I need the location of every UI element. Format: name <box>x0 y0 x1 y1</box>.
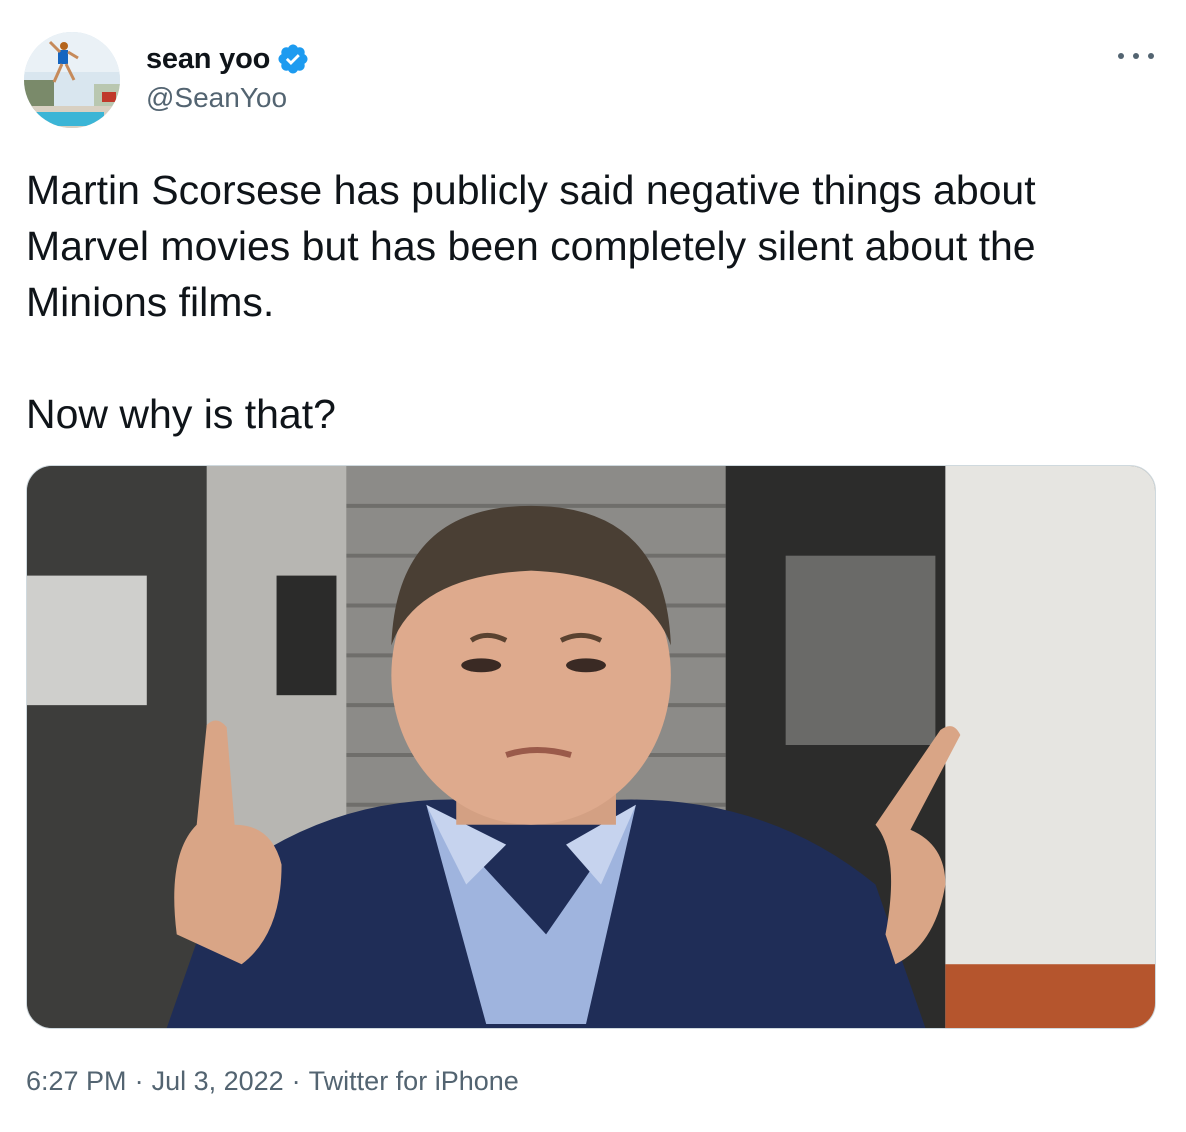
author-name-row[interactable]: sean yoo <box>146 40 310 78</box>
tweet-text: Martin Scorsese has publicly said negati… <box>26 162 1146 442</box>
tweet-meta: 6:27 PM · Jul 3, 2022 · Twitter for iPho… <box>26 1066 519 1097</box>
avatar-image <box>24 32 120 128</box>
tweet-media-photo[interactable] <box>26 465 1156 1029</box>
author-handle[interactable]: @SeanYoo <box>146 82 287 114</box>
more-options-icon[interactable] <box>1118 44 1154 68</box>
avatar[interactable] <box>24 32 120 128</box>
tweet-paragraph: Now why is that? <box>26 391 336 437</box>
tweet-time[interactable]: 6:27 PM <box>26 1066 127 1097</box>
more-dot <box>1133 53 1139 59</box>
photo-man-pointing-up <box>27 466 1155 1028</box>
more-dot <box>1148 53 1154 59</box>
meta-separator: · <box>134 1066 144 1096</box>
meta-separator: · <box>291 1066 301 1096</box>
more-dot <box>1118 53 1124 59</box>
tweet-paragraph: Martin Scorsese has publicly said negati… <box>26 167 1036 325</box>
author-display-name[interactable]: sean yoo <box>146 43 270 76</box>
tweet-date[interactable]: Jul 3, 2022 <box>152 1066 284 1097</box>
tweet-card: sean yoo @SeanYoo Martin Scorsese has pu… <box>0 0 1186 1132</box>
verified-badge-icon <box>276 42 310 76</box>
tweet-source[interactable]: Twitter for iPhone <box>309 1066 519 1097</box>
